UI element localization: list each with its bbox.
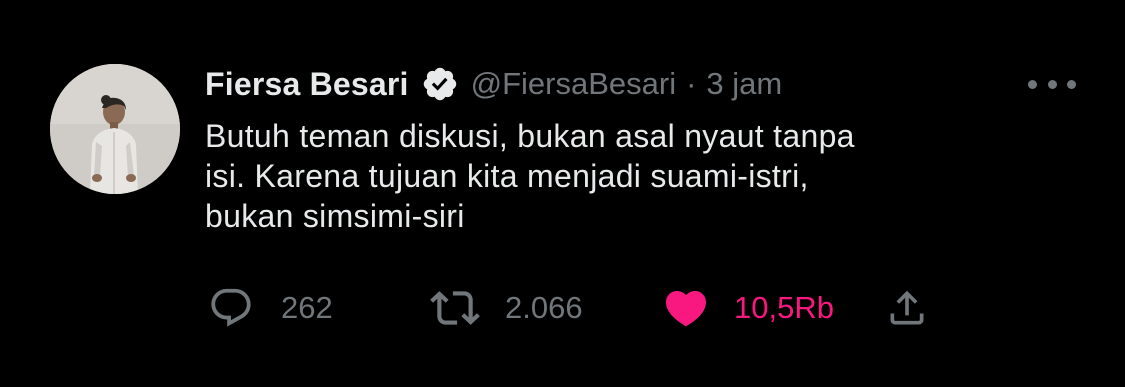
reply-count: 262 [281, 290, 333, 325]
author-display-name[interactable]: Fiersa Besari [205, 66, 409, 103]
tweet-timestamp[interactable]: 3 jam [706, 66, 782, 102]
verified-badge-icon [421, 65, 459, 103]
more-options-icon[interactable] [1028, 70, 1076, 98]
tweet-actions: 262 2.066 10,5Rb [205, 282, 965, 334]
reply-button[interactable]: 262 [205, 282, 333, 334]
retweet-button[interactable]: 2.066 [429, 282, 583, 334]
author-handle[interactable]: @FiersaBesari [471, 66, 676, 102]
tweet-text: Butuh teman diskusi, bukan asal nyaut ta… [205, 116, 1085, 236]
separator-dot: · [686, 66, 697, 101]
reply-icon [205, 282, 257, 334]
retweet-icon [429, 282, 481, 334]
tweet-text-line: isi. Karena tujuan kita menjadi suami-is… [205, 158, 809, 194]
retweet-count: 2.066 [505, 290, 583, 325]
share-icon [881, 282, 933, 334]
like-count: 10,5Rb [734, 290, 834, 325]
avatar[interactable] [50, 64, 180, 194]
tweet-text-line: Butuh teman diskusi, bukan asal nyaut ta… [205, 118, 855, 154]
heart-icon [660, 282, 712, 334]
like-button[interactable]: 10,5Rb [660, 282, 834, 334]
share-button[interactable] [881, 282, 933, 334]
tweet-text-line: bukan simsimi-siri [205, 198, 465, 234]
tweet[interactable]: Fiersa Besari @FiersaBesari · 3 jam Butu… [0, 0, 1125, 387]
tweet-header: Fiersa Besari @FiersaBesari · 3 jam [205, 62, 782, 106]
